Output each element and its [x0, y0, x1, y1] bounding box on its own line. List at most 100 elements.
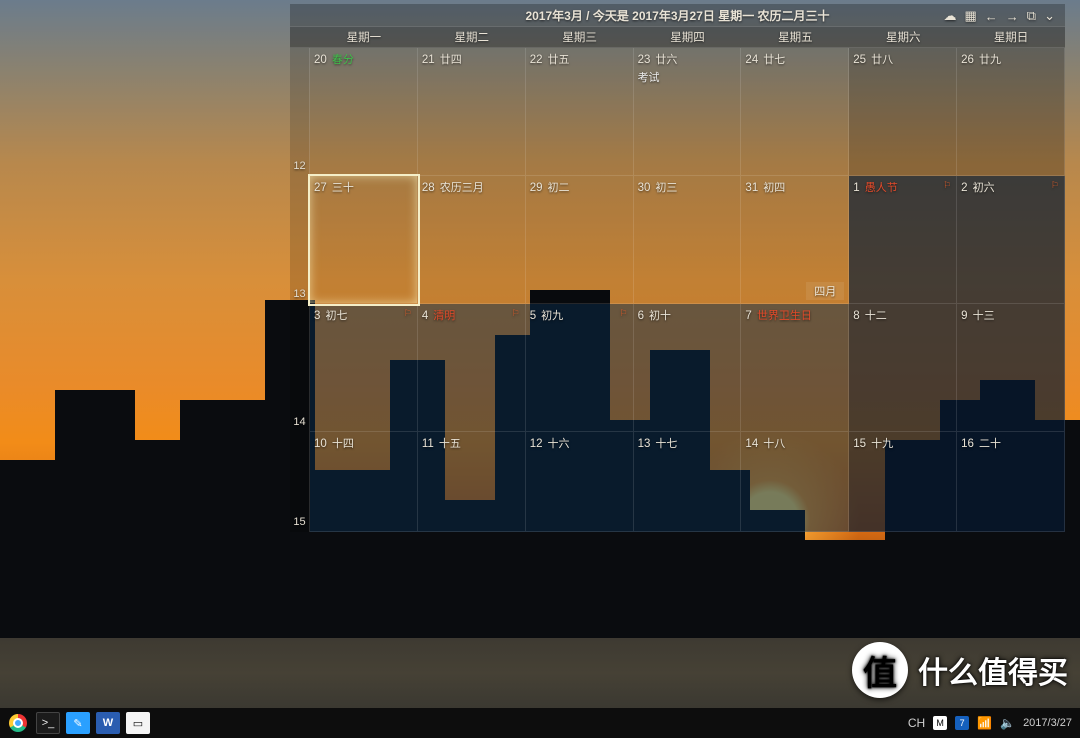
flag-icon: ⚐	[619, 308, 627, 319]
lunar-label: 初六	[970, 182, 995, 194]
flag-icon: ⚐	[1051, 180, 1059, 191]
day-number: 8	[853, 310, 859, 322]
day-number: 28	[422, 182, 435, 194]
calendar-day[interactable]: 25 廿八	[849, 48, 957, 176]
day-number: 6	[638, 310, 644, 322]
lunar-label: 初十	[646, 310, 671, 322]
day-number: 26	[961, 54, 974, 66]
tray-network-icon[interactable]: 📶	[977, 716, 992, 730]
screens-icon[interactable]: ⧉	[1027, 8, 1036, 24]
calendar-day[interactable]: 23 廿六考试	[634, 48, 742, 176]
calendar-day[interactable]: 13 十七	[634, 432, 742, 532]
taskbar-app-word[interactable]: W	[96, 712, 120, 734]
day-number: 31	[745, 182, 758, 194]
day-number: 29	[530, 182, 543, 194]
day-number: 4	[422, 310, 428, 322]
lunar-label: 十六	[545, 438, 570, 450]
next-icon[interactable]: →	[1006, 9, 1019, 24]
dow-sun: 星期日	[957, 27, 1065, 47]
calendar-day[interactable]: 22 廿五	[526, 48, 634, 176]
flag-icon: ⚐	[512, 308, 520, 319]
calendar-day[interactable]: 24 廿七	[741, 48, 849, 176]
lunar-label: 廿七	[760, 54, 785, 66]
day-number: 5	[530, 310, 536, 322]
calendar-day[interactable]: 9 十三	[957, 304, 1065, 432]
calendar-day[interactable]: 31 初四四月	[741, 176, 849, 304]
chevron-down-icon[interactable]: ⌄	[1044, 8, 1055, 24]
dow-fri: 星期五	[741, 27, 849, 47]
day-number: 13	[638, 438, 651, 450]
day-number: 22	[530, 54, 543, 66]
dow-mon: 星期一	[310, 27, 418, 47]
calendar-day[interactable]: 21 廿四	[418, 48, 526, 176]
calendar-header: 2017年3月 / 今天是 2017年3月27日 星期一 农历二月三十 ☁ ▦ …	[290, 4, 1065, 26]
prev-icon[interactable]: ←	[985, 9, 998, 24]
calendar-grid: 1220 春分21 廿四22 廿五23 廿六考试24 廿七25 廿八26 廿九1…	[290, 48, 1065, 532]
lunar-label: 廿八	[868, 54, 893, 66]
lunar-label: 十五	[436, 438, 461, 450]
tray-ime[interactable]: CH	[908, 716, 925, 730]
lunar-label: 清明	[430, 310, 455, 322]
calendar-day[interactable]: 11 十五	[418, 432, 526, 532]
day-number: 1	[853, 182, 859, 194]
calendar-day[interactable]: 30 初三	[634, 176, 742, 304]
calendar-day[interactable]: 10 十四	[310, 432, 418, 532]
month-label: 四月	[806, 282, 844, 300]
cloud-icon[interactable]: ☁	[944, 8, 957, 24]
day-number: 7	[745, 310, 751, 322]
dow-thu: 星期四	[634, 27, 742, 47]
lunar-label: 十八	[760, 438, 785, 450]
taskbar: >_ ✎ W ▭ CH M 7 📶 🔈 2017/3/27	[0, 708, 1080, 738]
day-number: 10	[314, 438, 327, 450]
calendar-day[interactable]: 12 十六	[526, 432, 634, 532]
day-number: 30	[638, 182, 651, 194]
taskbar-app-terminal[interactable]: >_	[36, 712, 60, 734]
tray-m-icon[interactable]: M	[933, 716, 947, 730]
lunar-label: 廿四	[437, 54, 462, 66]
taskbar-app-notes[interactable]: ✎	[66, 712, 90, 734]
flag-icon: ⚐	[404, 308, 412, 319]
calendar-icon[interactable]: ▦	[965, 8, 977, 24]
lunar-label: 世界卫生日	[754, 310, 812, 322]
day-number: 14	[745, 438, 758, 450]
calendar-day[interactable]: 28 农历三月	[418, 176, 526, 304]
taskbar-app-chrome[interactable]	[9, 714, 27, 732]
week-number: 12	[290, 48, 310, 176]
day-number: 21	[422, 54, 435, 66]
calendar-day[interactable]: 14 十八	[741, 432, 849, 532]
day-number: 3	[314, 310, 320, 322]
week-number: 13	[290, 176, 310, 304]
dow-wed: 星期三	[526, 27, 634, 47]
calendar-day[interactable]: 1 愚人节⚐	[849, 176, 957, 304]
lunar-label: 廿九	[976, 54, 1001, 66]
day-number: 16	[961, 438, 974, 450]
lunar-label: 三十	[329, 182, 354, 194]
calendar-day[interactable]: 6 初十	[634, 304, 742, 432]
day-number: 20	[314, 54, 327, 66]
calendar-day[interactable]: 2 初六 ⚐	[957, 176, 1065, 304]
tray-volume-icon[interactable]: 🔈	[1000, 716, 1015, 730]
calendar-day[interactable]: 27 三十	[310, 176, 418, 304]
day-number: 15	[853, 438, 866, 450]
calendar-day[interactable]: 7 世界卫生日	[741, 304, 849, 432]
lunar-label: 初三	[652, 182, 677, 194]
lunar-label: 初二	[545, 182, 570, 194]
lunar-label: 二十	[976, 438, 1001, 450]
calendar-day[interactable]: 20 春分	[310, 48, 418, 176]
calendar-day[interactable]: 26 廿九	[957, 48, 1065, 176]
calendar-day[interactable]: 5 初九⚐	[526, 304, 634, 432]
taskbar-app-notepad[interactable]: ▭	[126, 712, 150, 734]
calendar-day[interactable]: 29 初二	[526, 176, 634, 304]
calendar-day[interactable]: 16 二十	[957, 432, 1065, 532]
calendar-day[interactable]: 4 清明 ⚐	[418, 304, 526, 432]
lunar-label: 廿五	[545, 54, 570, 66]
calendar-day[interactable]: 8 十二	[849, 304, 957, 432]
day-of-week-header: 星期一 星期二 星期三 星期四 星期五 星期六 星期日	[290, 26, 1065, 48]
day-number: 2	[961, 182, 967, 194]
lunar-label: 十三	[970, 310, 995, 322]
calendar-day[interactable]: 3 初七⚐	[310, 304, 418, 432]
calendar-day[interactable]: 15 十九	[849, 432, 957, 532]
tray-seven-icon[interactable]: 7	[955, 716, 969, 730]
calendar-event: 考试	[638, 69, 737, 85]
tray-clock[interactable]: 2017/3/27	[1023, 717, 1072, 729]
